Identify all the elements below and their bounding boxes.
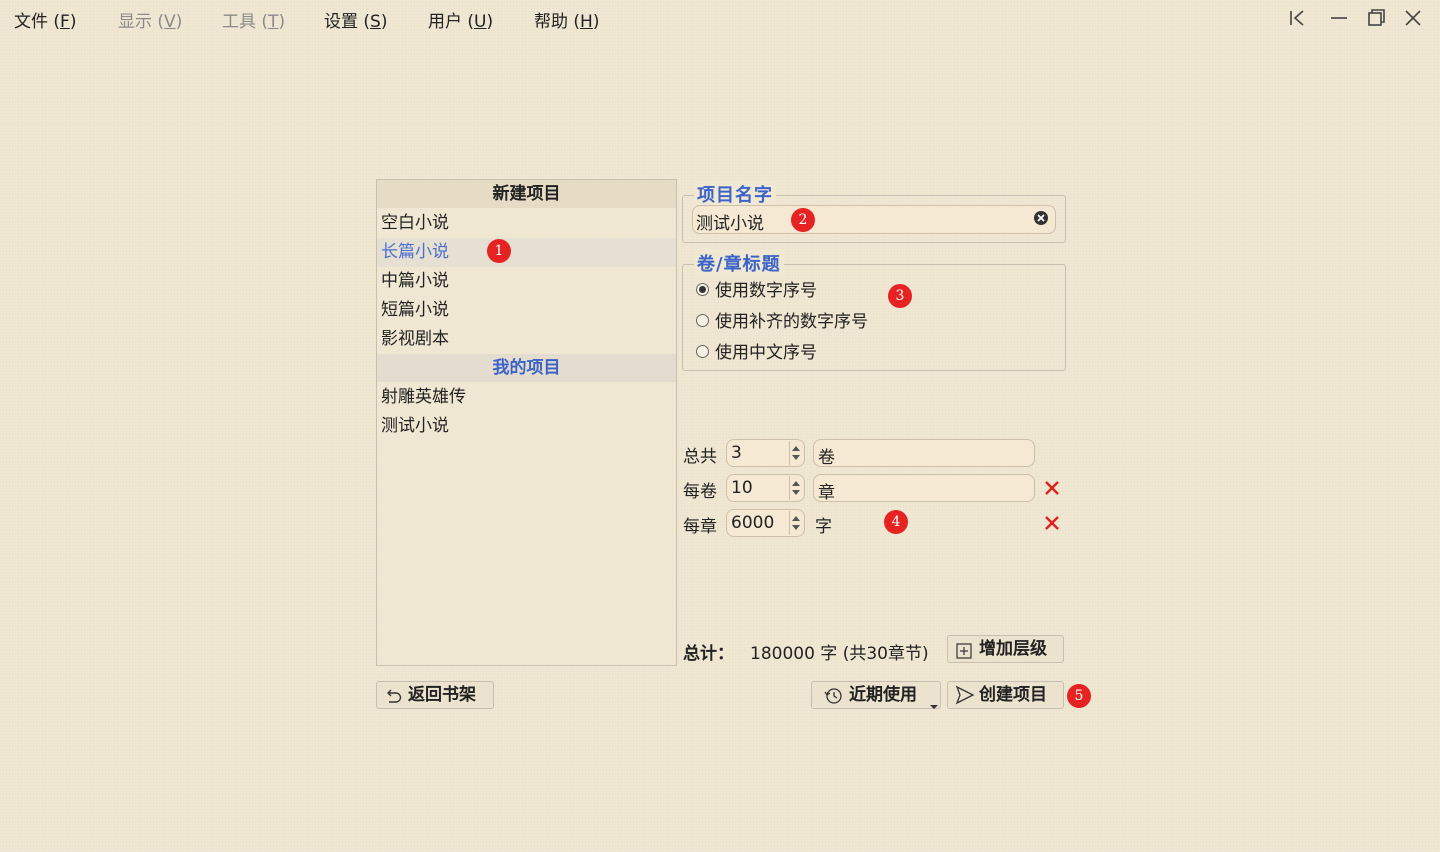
radio-checked-icon[interactable] — [696, 282, 709, 296]
step-badge: 5 — [1067, 684, 1091, 708]
close-icon[interactable] — [1400, 6, 1426, 30]
spinner-arrows-icon[interactable] — [789, 476, 802, 500]
template-medium-novel[interactable]: 中篇小说 — [381, 267, 449, 296]
project-list: 新建项目 空白小说 长篇小说 中篇小说 短篇小说 影视剧本 我的项目 射雕英雄传… — [376, 179, 677, 666]
my-projects-header: 我的项目 — [377, 354, 676, 382]
menu-settings[interactable]: 设置 (S) — [324, 7, 387, 32]
maximize-icon[interactable] — [1364, 6, 1390, 30]
project-name-value: 测试小说 — [696, 214, 764, 234]
level-label: 总共 — [683, 447, 717, 467]
heading-option-numeric[interactable]: 使用数字序号 — [696, 276, 817, 301]
my-project-item[interactable]: 测试小说 — [381, 412, 449, 441]
chapters-per-volume-spinner[interactable]: 10 — [726, 474, 805, 502]
undo-icon — [384, 687, 402, 713]
add-level-button[interactable]: 增加层级 — [947, 635, 1064, 663]
step-badge: 2 — [791, 208, 815, 232]
heading-option-padded[interactable]: 使用补齐的数字序号 — [696, 307, 868, 332]
dropdown-arrow-icon — [929, 693, 939, 719]
heading-option-chinese[interactable]: 使用中文序号 — [696, 338, 817, 363]
minimize-icon[interactable] — [1326, 6, 1352, 30]
new-project-header: 新建项目 — [377, 180, 676, 208]
menu-help[interactable]: 帮助 (H) — [534, 7, 599, 32]
spinner-arrows-icon[interactable] — [789, 441, 802, 465]
radio-icon[interactable] — [696, 344, 709, 358]
template-short-novel[interactable]: 短篇小说 — [381, 296, 449, 325]
menu-file[interactable]: 文件 (F) — [14, 7, 76, 32]
volume-unit-input[interactable]: 卷 — [813, 439, 1035, 468]
level-label: 每章 — [683, 517, 717, 537]
chapter-unit-input[interactable]: 章 — [813, 474, 1035, 503]
recent-used-button[interactable]: 近期使用 — [811, 681, 941, 709]
spinner-arrows-icon[interactable] — [789, 511, 802, 535]
my-project-item[interactable]: 射雕英雄传 — [381, 383, 466, 412]
project-name-input[interactable]: 测试小说 — [692, 205, 1056, 234]
step-badge: 3 — [888, 284, 912, 308]
words-per-chapter-spinner[interactable]: 6000 — [726, 509, 805, 537]
template-long-novel[interactable]: 长篇小说 — [377, 238, 676, 267]
collapse-sidebar-icon[interactable] — [1284, 6, 1310, 30]
heading-style-title: 卷/章标题 — [694, 250, 784, 276]
delete-level-icon[interactable] — [1043, 514, 1061, 532]
send-icon — [955, 685, 975, 713]
level-label: 每卷 — [683, 482, 717, 502]
menu-bar: 文件 (F) 显示 (V) 工具 (T) 设置 (S) 用户 (U) 帮助 (H… — [0, 0, 1440, 37]
menu-view[interactable]: 显示 (V) — [118, 7, 182, 32]
clear-icon[interactable] — [1033, 210, 1049, 231]
plus-square-icon — [956, 641, 972, 667]
step-badge: 4 — [884, 510, 908, 534]
delete-level-icon[interactable] — [1043, 479, 1061, 497]
template-screenplay[interactable]: 影视剧本 — [381, 325, 449, 354]
history-icon — [824, 687, 842, 713]
volume-count-spinner[interactable]: 3 — [726, 439, 805, 467]
total-value: 180000 字 (共30章节) — [750, 644, 929, 664]
back-to-shelf-button[interactable]: 返回书架 — [376, 681, 494, 709]
project-name-title: 项目名字 — [694, 181, 776, 207]
menu-user[interactable]: 用户 (U) — [428, 7, 493, 32]
radio-icon[interactable] — [696, 313, 709, 327]
word-unit-label: 字 — [815, 517, 832, 537]
step-badge: 1 — [487, 239, 511, 263]
create-project-button[interactable]: 创建项目 — [947, 681, 1064, 709]
total-label: 总计： — [683, 644, 734, 664]
template-blank-novel[interactable]: 空白小说 — [381, 209, 449, 238]
menu-tools[interactable]: 工具 (T) — [222, 7, 285, 32]
